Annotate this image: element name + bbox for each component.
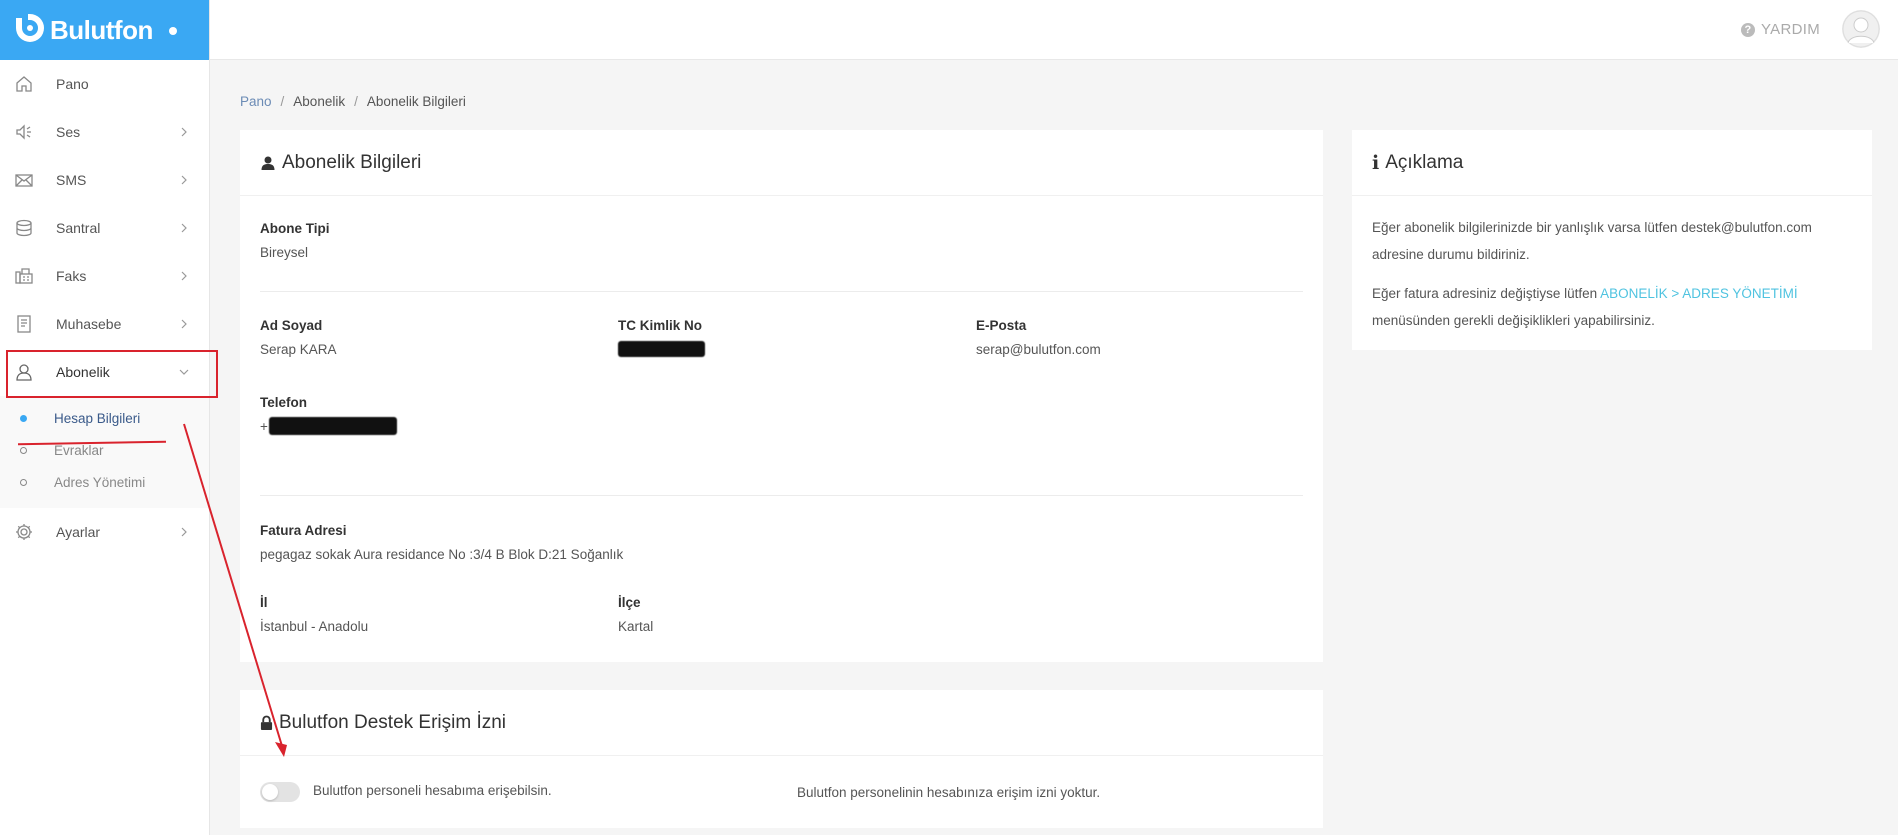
support-status-text: Bulutfon personelinin hesabınıza erişim …: [797, 785, 1101, 800]
tc-id-field: TC Kimlik No: [618, 318, 705, 357]
card-header: Bulutfon Destek Erişim İzni: [240, 690, 1323, 756]
sidebar-item-label: Santral: [56, 220, 101, 236]
info-paragraph-1: Eğer abonelik bilgilerinizde bir yanlışl…: [1372, 220, 1812, 262]
fax-icon: [14, 266, 34, 286]
phone-field: Telefon +: [260, 395, 397, 435]
brand-logo[interactable]: Bulutfon: [0, 0, 209, 60]
chevron-right-icon: [181, 319, 187, 329]
user-icon: [14, 362, 34, 382]
support-access-toggle[interactable]: [260, 782, 300, 802]
sidebar-item-sms[interactable]: SMS: [0, 156, 209, 204]
chevron-right-icon: [181, 223, 187, 233]
help-label: YARDIM: [1760, 21, 1820, 38]
info-paragraph-2: Eğer fatura adresiniz değiştiyse lütfen …: [1372, 286, 1798, 328]
divider: [260, 495, 1303, 496]
top-bar: ? YARDIM: [210, 0, 1898, 60]
card-header: Abonelik Bilgileri: [240, 130, 1323, 196]
sidebar-item-label: Pano: [56, 76, 89, 92]
sidebar-item-label: Ses: [56, 124, 81, 140]
subnav-item-label: Adres Yönetimi: [54, 474, 146, 490]
chevron-down-icon: [179, 369, 189, 375]
breadcrumb-home[interactable]: Pano: [240, 94, 272, 109]
sidebar-item-label: SMS: [56, 172, 87, 188]
district-field: İlçe Kartal: [618, 595, 654, 634]
speaker-icon: [14, 122, 34, 142]
subnav-item-adres-yonetimi[interactable]: Adres Yönetimi: [0, 466, 209, 498]
info-card: i Açıklama Eğer abonelik bilgilerinizde …: [1352, 130, 1872, 350]
user-icon: [260, 155, 276, 171]
sidebar-nav-bottom: Ayarlar: [0, 508, 209, 556]
redacted-value: [268, 417, 397, 435]
circle-icon: [20, 478, 27, 486]
chevron-right-icon: [181, 271, 187, 281]
card-header: i Açıklama: [1352, 130, 1872, 196]
info-icon: i: [1372, 151, 1380, 174]
envelope-icon: [14, 170, 34, 190]
sidebar-item-label: Abonelik: [56, 364, 110, 380]
sidebar-item-abonelik[interactable]: Abonelik: [0, 348, 209, 396]
subnav-item-label: Hesap Bilgileri: [54, 410, 141, 426]
circle-icon: [20, 446, 27, 454]
subnav-item-evraklar[interactable]: Evraklar: [0, 434, 209, 466]
gear-icon: [14, 522, 34, 542]
help-link[interactable]: ? YARDIM: [1740, 21, 1820, 38]
sidebar-item-pano[interactable]: Pano: [0, 60, 209, 108]
sidebar-item-label: Muhasebe: [56, 316, 122, 332]
subnav-item-label: Evraklar: [54, 442, 104, 458]
breadcrumb-current: Abonelik Bilgileri: [366, 94, 466, 109]
divider: [260, 291, 1303, 292]
toggle-label: Bulutfon personeli hesabıma erişebilsin.: [313, 783, 552, 798]
abonelik-subnav: Hesap Bilgileri Evraklar Adres Yönetimi: [0, 396, 209, 508]
lock-icon: [260, 715, 273, 731]
sidebar-item-ses[interactable]: Ses: [0, 108, 209, 156]
breadcrumb-section[interactable]: Abonelik: [293, 94, 345, 109]
avatar[interactable]: [1842, 10, 1880, 48]
home-icon: [14, 74, 34, 94]
database-icon: [14, 218, 34, 238]
support-access-card: Bulutfon Destek Erişim İzni Bulutfon per…: [240, 690, 1323, 828]
redacted-value: [618, 341, 705, 357]
sidebar-item-muhasebe[interactable]: Muhasebe: [0, 300, 209, 348]
brand-dot: [168, 27, 177, 35]
billing-address-field: Fatura Adresi pegagaz sokak Aura residan…: [260, 523, 624, 562]
brand-name: Bulutfon: [50, 14, 153, 45]
toggle-knob: [262, 784, 278, 800]
sidebar: Bulutfon Pano Ses SMS Santral Faks Muhas…: [0, 0, 210, 835]
question-icon: ?: [1740, 22, 1755, 37]
card-title: Açıklama: [1385, 151, 1464, 173]
user-avatar-icon: [1842, 10, 1880, 48]
sidebar-item-ayarlar[interactable]: Ayarlar: [0, 508, 209, 556]
active-dot-icon: [20, 414, 27, 422]
subscriber-type-field: Abone Tipi Bireysel: [260, 221, 330, 260]
subnav-item-hesap-bilgileri[interactable]: Hesap Bilgileri: [0, 402, 209, 434]
breadcrumb: Pano / Abonelik / Abonelik Bilgileri: [240, 94, 466, 109]
city-field: İl İstanbul - Anadolu: [260, 595, 369, 634]
chevron-right-icon: [181, 175, 187, 185]
chevron-right-icon: [181, 527, 187, 537]
document-icon: [14, 314, 34, 334]
email-field: E-Posta serap@bulutfon.com: [976, 318, 1101, 357]
subscription-info-card: Abonelik Bilgileri Abone Tipi Bireysel A…: [240, 130, 1323, 662]
full-name-field: Ad Soyad Serap KARA: [260, 318, 337, 357]
address-management-link[interactable]: ABONELİK > ADRES YÖNETİMİ: [1600, 286, 1797, 301]
card-title: Abonelik Bilgileri: [282, 151, 422, 173]
sidebar-item-label: Ayarlar: [56, 524, 101, 540]
sidebar-nav: Pano Ses SMS Santral Faks Muhasebe Abone…: [0, 60, 209, 396]
sidebar-item-santral[interactable]: Santral: [0, 204, 209, 252]
sidebar-item-label: Faks: [56, 268, 87, 284]
sidebar-item-faks[interactable]: Faks: [0, 252, 209, 300]
chevron-right-icon: [181, 127, 187, 137]
card-title: Bulutfon Destek Erişim İzni: [279, 711, 507, 733]
bulutfon-logo-icon: [10, 12, 46, 48]
